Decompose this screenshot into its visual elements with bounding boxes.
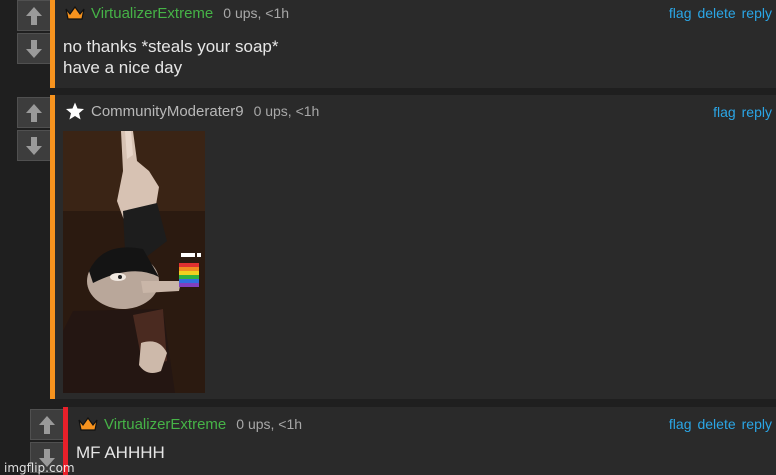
- meme-image[interactable]: [63, 131, 205, 393]
- vote-controls: [17, 97, 51, 161]
- reply-link[interactable]: reply: [742, 5, 772, 21]
- star-icon: [65, 102, 87, 120]
- comment-actions: flag reply: [713, 104, 772, 120]
- comment-1: VirtualizerExtreme 0 ups, <1h flag delet…: [0, 0, 776, 92]
- vote-controls: [17, 0, 51, 64]
- comment-2: CommunityModerater9 0 ups, <1h flag repl…: [0, 95, 776, 400]
- comment-body: VirtualizerExtreme 0 ups, <1h flag delet…: [50, 0, 776, 88]
- comment-actions: flag delete reply: [669, 5, 772, 21]
- reply-link[interactable]: reply: [742, 416, 772, 432]
- upvote-button[interactable]: [30, 409, 64, 440]
- crown-icon: [78, 415, 100, 433]
- comment-meta: 0 ups, <1h: [253, 103, 320, 119]
- comment-meta: 0 ups, <1h: [223, 5, 290, 21]
- flag-link[interactable]: flag: [669, 416, 692, 432]
- delete-link[interactable]: delete: [697, 416, 735, 432]
- reply-link[interactable]: reply: [742, 104, 772, 120]
- comment-body: VirtualizerExtreme 0 ups, <1h flag delet…: [63, 407, 776, 475]
- username-link[interactable]: CommunityModerater9: [91, 103, 244, 120]
- comment-header: VirtualizerExtreme 0 ups, <1h: [55, 0, 776, 26]
- watermark: imgflip.com: [4, 461, 75, 475]
- arrow-up-icon: [39, 415, 55, 434]
- flag-link[interactable]: flag: [669, 5, 692, 21]
- arrow-down-icon: [26, 39, 42, 58]
- username-link[interactable]: VirtualizerExtreme: [91, 5, 213, 22]
- comment-header: CommunityModerater9 0 ups, <1h: [55, 98, 776, 124]
- comment-body: CommunityModerater9 0 ups, <1h flag repl…: [50, 95, 776, 399]
- username-link[interactable]: VirtualizerExtreme: [104, 416, 226, 433]
- flag-link[interactable]: flag: [713, 104, 736, 120]
- comment-text: no thanks *steals your soap* have a nice…: [63, 37, 279, 77]
- comment-actions: flag delete reply: [669, 416, 772, 432]
- downvote-button[interactable]: [17, 33, 51, 64]
- arrow-up-icon: [26, 6, 42, 25]
- comment-meta: 0 ups, <1h: [236, 416, 303, 432]
- comment-text: MF AHHHH: [76, 443, 165, 462]
- comment-3: VirtualizerExtreme 0 ups, <1h flag delet…: [0, 407, 776, 475]
- upvote-button[interactable]: [17, 97, 51, 128]
- downvote-button[interactable]: [17, 130, 51, 161]
- crown-icon: [65, 4, 87, 22]
- upvote-button[interactable]: [17, 0, 51, 31]
- arrow-up-icon: [26, 103, 42, 122]
- delete-link[interactable]: delete: [697, 5, 735, 21]
- arrow-down-icon: [26, 136, 42, 155]
